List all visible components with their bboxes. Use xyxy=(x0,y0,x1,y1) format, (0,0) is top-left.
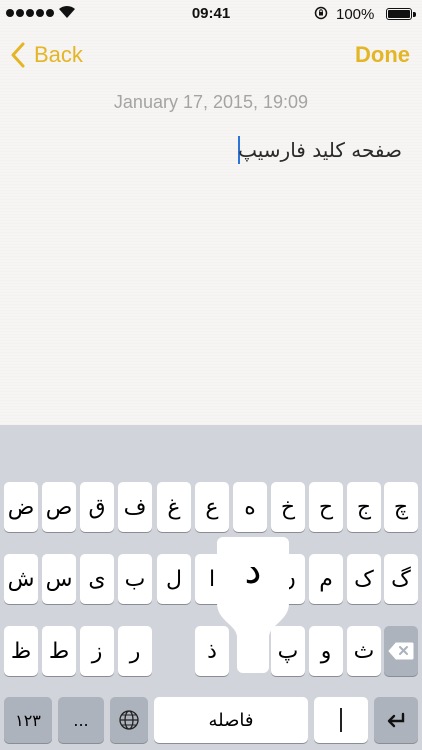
key[interactable]: ج xyxy=(347,482,381,532)
battery-icon xyxy=(386,8,416,20)
key[interactable]: ی xyxy=(80,554,114,604)
key[interactable]: ص xyxy=(42,482,76,532)
key[interactable]: ز xyxy=(80,626,114,676)
key[interactable]: س xyxy=(42,554,76,604)
key[interactable]: ب xyxy=(118,554,152,604)
key[interactable]: پ xyxy=(271,626,305,676)
key[interactable]: م xyxy=(309,554,343,604)
key-preview-label: د xyxy=(244,548,262,592)
space-key[interactable]: فاصله xyxy=(154,697,308,743)
numbers-key[interactable]: ۱۲۳ xyxy=(4,697,52,743)
key[interactable]: ق xyxy=(80,482,114,532)
chevron-left-icon xyxy=(11,42,25,68)
key[interactable]: ث xyxy=(347,626,381,676)
key[interactable]: ک xyxy=(347,554,381,604)
key[interactable]: ل xyxy=(157,554,191,604)
globe-key[interactable] xyxy=(110,697,148,743)
done-button[interactable]: Done xyxy=(355,42,410,68)
key[interactable]: ذ xyxy=(195,626,229,676)
key[interactable]: و xyxy=(309,626,343,676)
key[interactable]: خ xyxy=(271,482,305,532)
globe-icon xyxy=(119,710,139,730)
note-body-text[interactable]: صفحه کلید فارسیپ xyxy=(238,138,402,162)
key[interactable]: ح xyxy=(309,482,343,532)
key[interactable]: ض xyxy=(4,482,38,532)
key[interactable]: ه xyxy=(233,482,267,532)
ellipsis-key[interactable]: ... xyxy=(58,697,104,743)
key[interactable]: ف xyxy=(118,482,152,532)
back-button[interactable]: Back xyxy=(10,38,83,72)
back-button-label: Back xyxy=(34,42,83,67)
key[interactable]: ط xyxy=(42,626,76,676)
zwnj-bar-icon xyxy=(340,708,342,732)
status-bar: 09:41 100% xyxy=(0,0,422,28)
key[interactable]: گ xyxy=(384,554,418,604)
return-arrow-icon xyxy=(387,712,405,728)
delete-key[interactable] xyxy=(384,626,418,676)
key[interactable]: چ xyxy=(384,482,418,532)
key[interactable]: ش xyxy=(4,554,38,604)
key[interactable]: ظ xyxy=(4,626,38,676)
key[interactable]: غ xyxy=(157,482,191,532)
rotation-lock-icon xyxy=(314,6,328,20)
zero-width-joiner-key[interactable] xyxy=(314,697,368,743)
key[interactable]: ع xyxy=(195,482,229,532)
key[interactable]: ر xyxy=(118,626,152,676)
backspace-icon xyxy=(388,642,414,660)
note-date: January 17, 2015, 19:09 xyxy=(113,92,309,112)
return-key[interactable] xyxy=(374,697,418,743)
battery-percentage: 100% xyxy=(336,6,375,23)
